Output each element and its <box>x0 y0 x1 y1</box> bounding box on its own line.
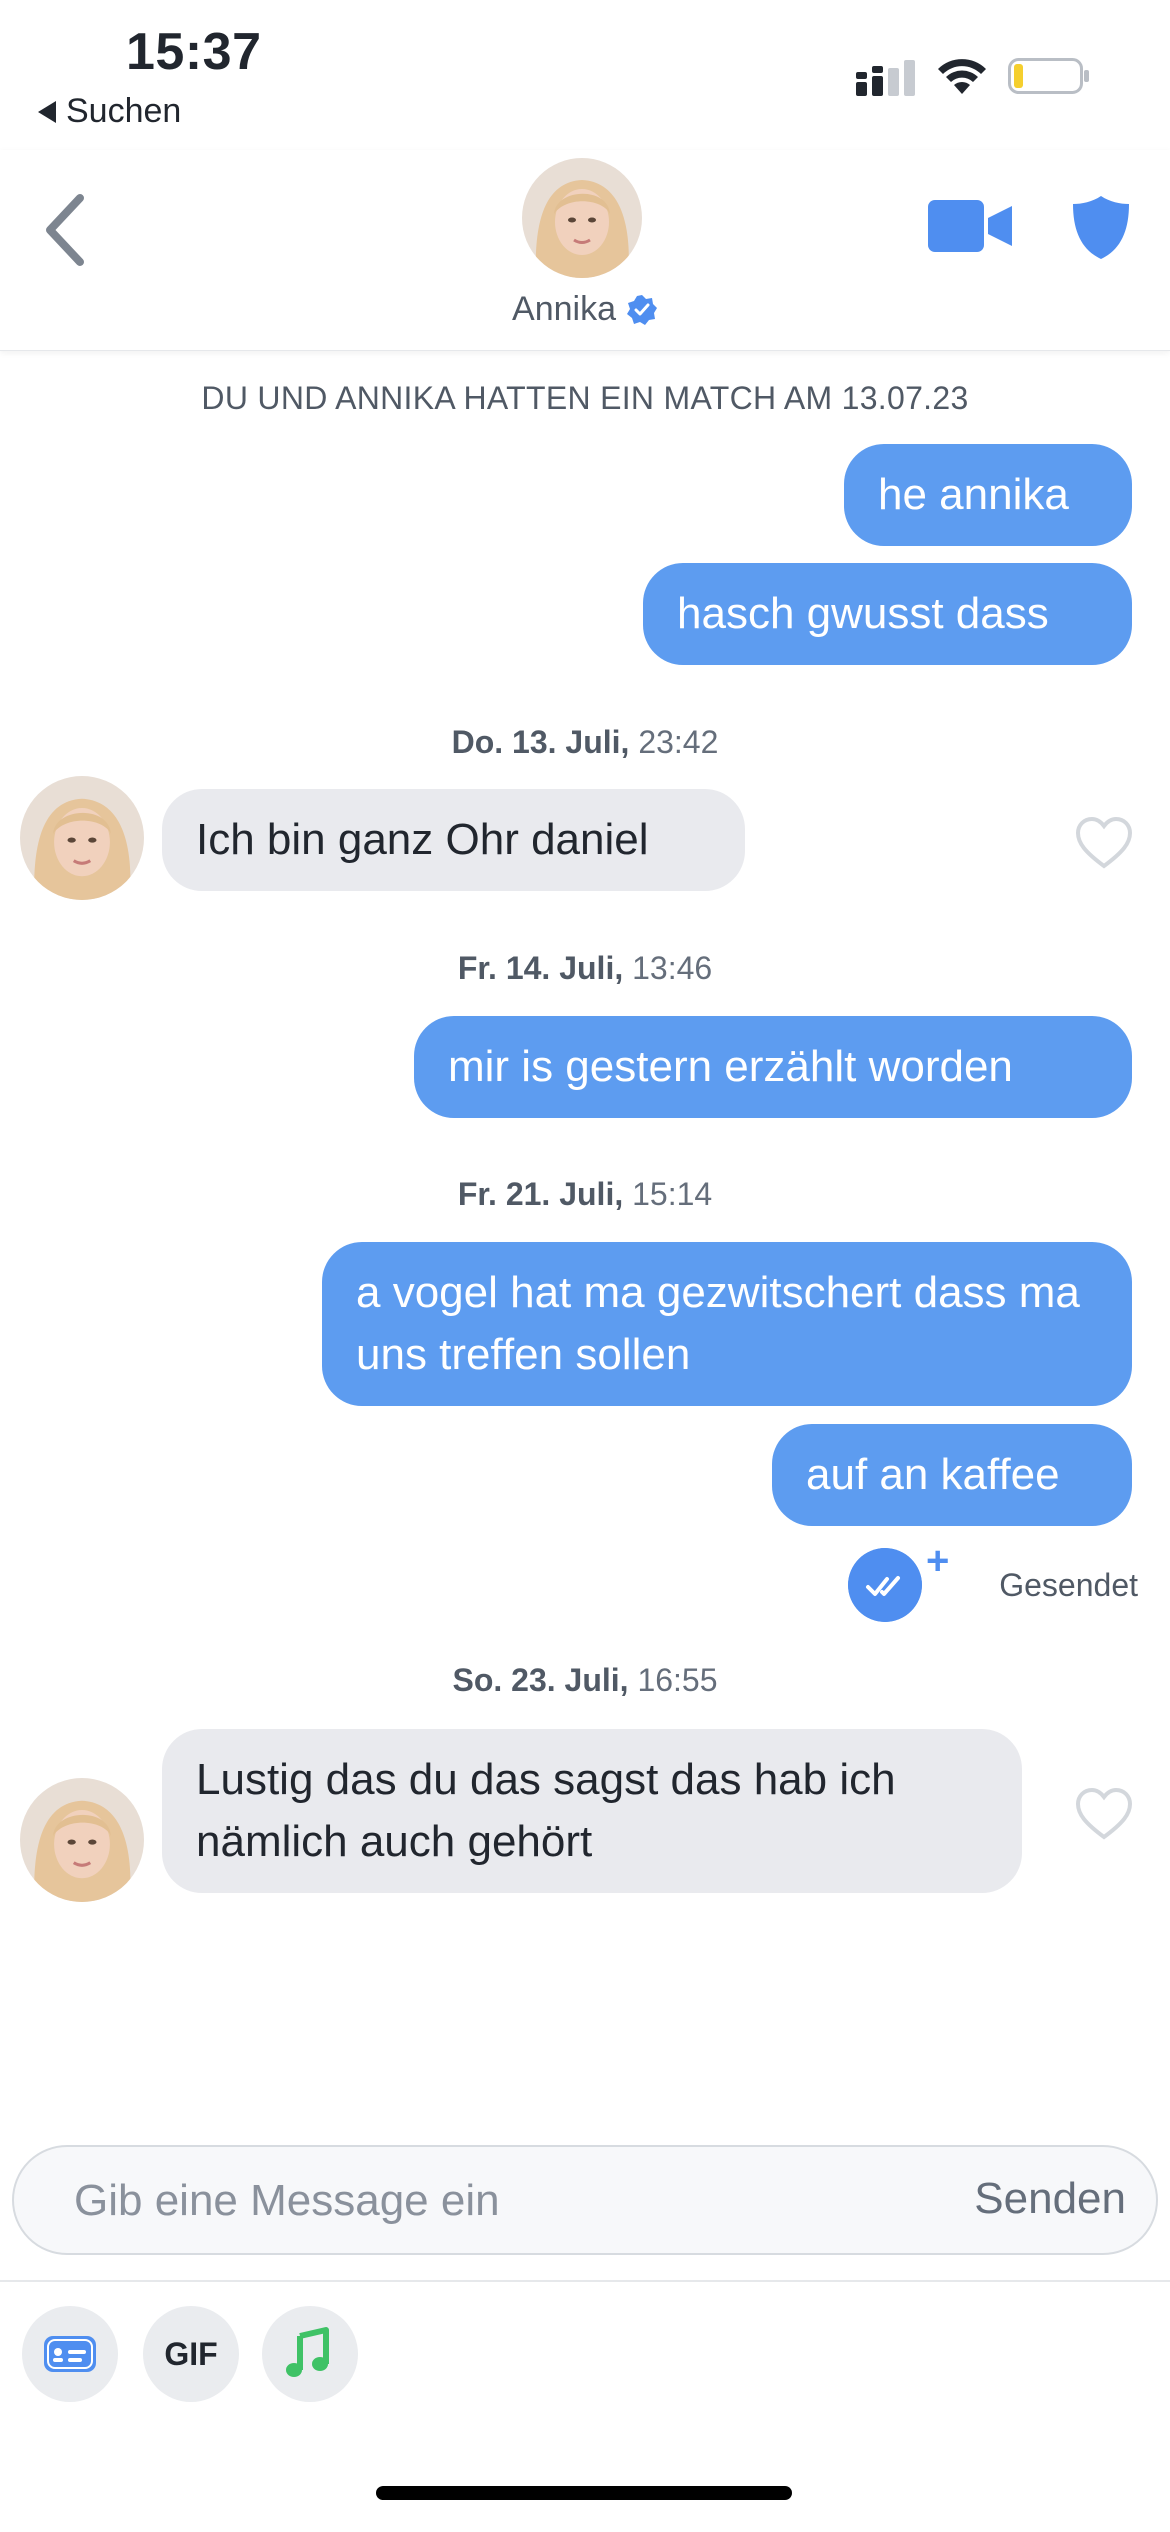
cellular-signal-icon <box>856 60 915 96</box>
incoming-message[interactable]: Ich bin ganz Ohr daniel <box>162 789 745 891</box>
message-status: + Gesendet <box>848 1539 1138 1625</box>
wifi-icon <box>938 59 986 94</box>
chat-header: Annika <box>0 150 1170 351</box>
date-separator: So. 23. Juli, 16:55 <box>0 1662 1170 1699</box>
sender-avatar[interactable] <box>20 1778 144 1902</box>
sent-status-label: Gesendet <box>999 1567 1138 1603</box>
video-call-icon[interactable] <box>928 198 1012 254</box>
battery-icon <box>1008 58 1089 94</box>
date-label: Fr. 14. Juli, <box>457 950 624 986</box>
outgoing-message[interactable]: hasch gwusst dass <box>643 563 1132 665</box>
plus-icon: + <box>926 1539 950 1583</box>
message-composer: Senden <box>12 2145 1158 2255</box>
home-indicator[interactable] <box>376 2486 792 2500</box>
back-to-app-label: Suchen <box>66 92 182 130</box>
outgoing-message[interactable]: auf an kaffee <box>772 1424 1132 1526</box>
incoming-message[interactable]: Lustig das du das sagst das hab ich näml… <box>162 1729 1022 1893</box>
gif-label: GIF <box>164 2336 218 2372</box>
time-label: 15:14 <box>623 1176 713 1212</box>
sender-avatar[interactable] <box>20 776 144 900</box>
back-chevron-icon[interactable] <box>40 190 90 270</box>
profile-name: Annika <box>512 290 616 328</box>
verified-badge-icon <box>626 294 657 325</box>
time-label: 23:42 <box>629 724 719 760</box>
date-separator: Do. 13. Juli, 23:42 <box>0 724 1170 761</box>
status-time: 15:37 <box>126 23 262 81</box>
message-input[interactable] <box>72 2147 876 2255</box>
toolbar-divider <box>0 2280 1170 2282</box>
date-label: So. 23. Juli, <box>452 1662 629 1698</box>
outgoing-message[interactable]: mir is gestern erzählt worden <box>414 1016 1132 1118</box>
match-notice: DU UND ANNIKA HATTEN EIN MATCH AM 13.07.… <box>201 380 969 416</box>
back-triangle-icon <box>38 100 56 123</box>
message-card-icon <box>44 2336 96 2372</box>
date-separator: Fr. 21. Juli, 15:14 <box>0 1176 1170 1213</box>
safety-shield-icon[interactable] <box>1070 194 1132 260</box>
outgoing-message[interactable]: a vogel hat ma gezwitschert dass ma uns … <box>322 1242 1132 1406</box>
back-to-app-link[interactable]: Suchen <box>38 92 181 131</box>
sticker-card-button[interactable] <box>22 2306 118 2402</box>
like-heart-icon[interactable] <box>1075 816 1133 870</box>
date-label: Fr. 21. Juli, <box>457 1176 624 1212</box>
time-label: 16:55 <box>628 1662 718 1698</box>
profile-avatar[interactable] <box>522 158 642 278</box>
time-label: 13:46 <box>623 950 713 986</box>
send-button[interactable]: Senden <box>974 2174 1126 2224</box>
profile-name-row[interactable]: Annika <box>0 290 1170 329</box>
like-heart-icon[interactable] <box>1075 1787 1133 1841</box>
date-separator: Fr. 14. Juli, 13:46 <box>0 950 1170 987</box>
gif-button[interactable]: GIF <box>143 2306 239 2402</box>
read-receipt-icon <box>848 1548 922 1622</box>
music-button[interactable] <box>262 2306 358 2402</box>
date-label: Do. 13. Juli, <box>451 724 630 760</box>
outgoing-message[interactable]: he annika <box>844 444 1132 546</box>
music-note-icon <box>286 2327 329 2377</box>
